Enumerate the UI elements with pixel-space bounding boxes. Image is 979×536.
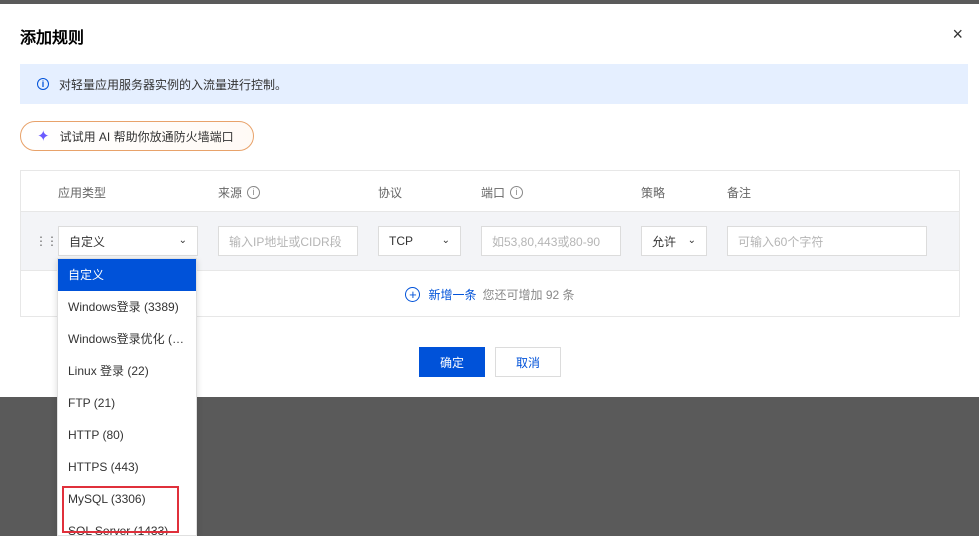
dropdown-option[interactable]: Windows登录 (3389)	[58, 291, 196, 323]
add-rule-link[interactable]: 新增一条	[428, 286, 476, 303]
header-remark-label: 备注	[727, 186, 752, 200]
table-header: 应用类型 来源 i 协议 端口 i 策略 备注	[21, 171, 959, 211]
header-source-label: 来源	[218, 186, 243, 200]
header-policy: 策略	[641, 184, 665, 201]
header-app-type: 应用类型	[58, 184, 106, 201]
cancel-button[interactable]: 取消	[495, 347, 561, 377]
info-icon	[37, 78, 49, 90]
add-rule-hint: 您还可增加 92 条	[482, 288, 575, 302]
dropdown-option[interactable]: SQL Server (1433)	[58, 515, 196, 535]
dropdown-option-mysql[interactable]: MySQL (3306)	[58, 483, 196, 515]
source-input[interactable]: 输入IP地址或CIDR段	[218, 226, 358, 256]
dropdown-option[interactable]: Linux 登录 (22)	[58, 355, 196, 387]
policy-value: 允许	[652, 234, 677, 249]
header-source: 来源 i	[218, 184, 261, 201]
protocol-value: TCP	[389, 234, 413, 248]
header-protocol-label: 协议	[378, 186, 403, 200]
dropdown-option[interactable]: HTTP (80)	[58, 419, 196, 451]
app-type-dropdown: 自定义 Windows登录 (3389) Windows登录优化 (… Linu…	[57, 258, 197, 536]
sparkle-icon: ✦	[37, 128, 50, 145]
chevron-down-icon: ⌄	[441, 235, 450, 246]
confirm-button[interactable]: 确定	[419, 347, 485, 377]
dialog-title: 添加规则	[20, 30, 85, 47]
info-notice: 对轻量应用服务器实例的入流量进行控制。	[20, 64, 968, 104]
close-icon[interactable]: ×	[952, 24, 963, 44]
header-protocol: 协议	[378, 184, 402, 201]
chevron-down-icon: ⌄	[178, 235, 187, 246]
protocol-select[interactable]: TCP ⌄	[378, 226, 461, 256]
plus-circle-icon[interactable]: +	[405, 287, 421, 302]
app-type-select[interactable]: 自定义 ⌄	[58, 226, 198, 256]
drag-handle-icon[interactable]: ⋮⋮	[35, 234, 58, 248]
dropdown-option[interactable]: FTP (21)	[58, 387, 196, 419]
notice-text: 对轻量应用服务器实例的入流量进行控制。	[59, 77, 288, 92]
ai-assist-label: 试试用 AI 帮助你放通防火墙端口	[59, 129, 234, 144]
chevron-down-icon: ⌄	[687, 235, 696, 246]
ai-assist-button[interactable]: ✦ 试试用 AI 帮助你放通防火墙端口	[20, 121, 254, 151]
header-port-label: 端口	[481, 186, 506, 200]
source-placeholder: 输入IP地址或CIDR段	[229, 234, 342, 249]
header-port: 端口 i	[481, 184, 524, 201]
remark-input[interactable]: 可输入60个字符	[727, 226, 927, 256]
source-help-icon[interactable]: i	[247, 186, 261, 199]
header-app-type-label: 应用类型	[58, 186, 107, 200]
dropdown-option[interactable]: 自定义	[58, 259, 196, 291]
dropdown-option[interactable]: HTTPS (443)	[58, 451, 196, 483]
header-policy-label: 策略	[641, 186, 666, 200]
header-remark: 备注	[727, 184, 751, 201]
app-type-value: 自定义	[69, 234, 106, 249]
remark-placeholder: 可输入60个字符	[738, 234, 824, 249]
port-help-icon[interactable]: i	[510, 186, 524, 199]
port-placeholder: 如53,80,443或80-90	[492, 234, 601, 249]
port-input[interactable]: 如53,80,443或80-90	[481, 226, 621, 256]
policy-select[interactable]: 允许 ⌄	[641, 226, 707, 256]
dropdown-option[interactable]: Windows登录优化 (…	[58, 323, 196, 355]
